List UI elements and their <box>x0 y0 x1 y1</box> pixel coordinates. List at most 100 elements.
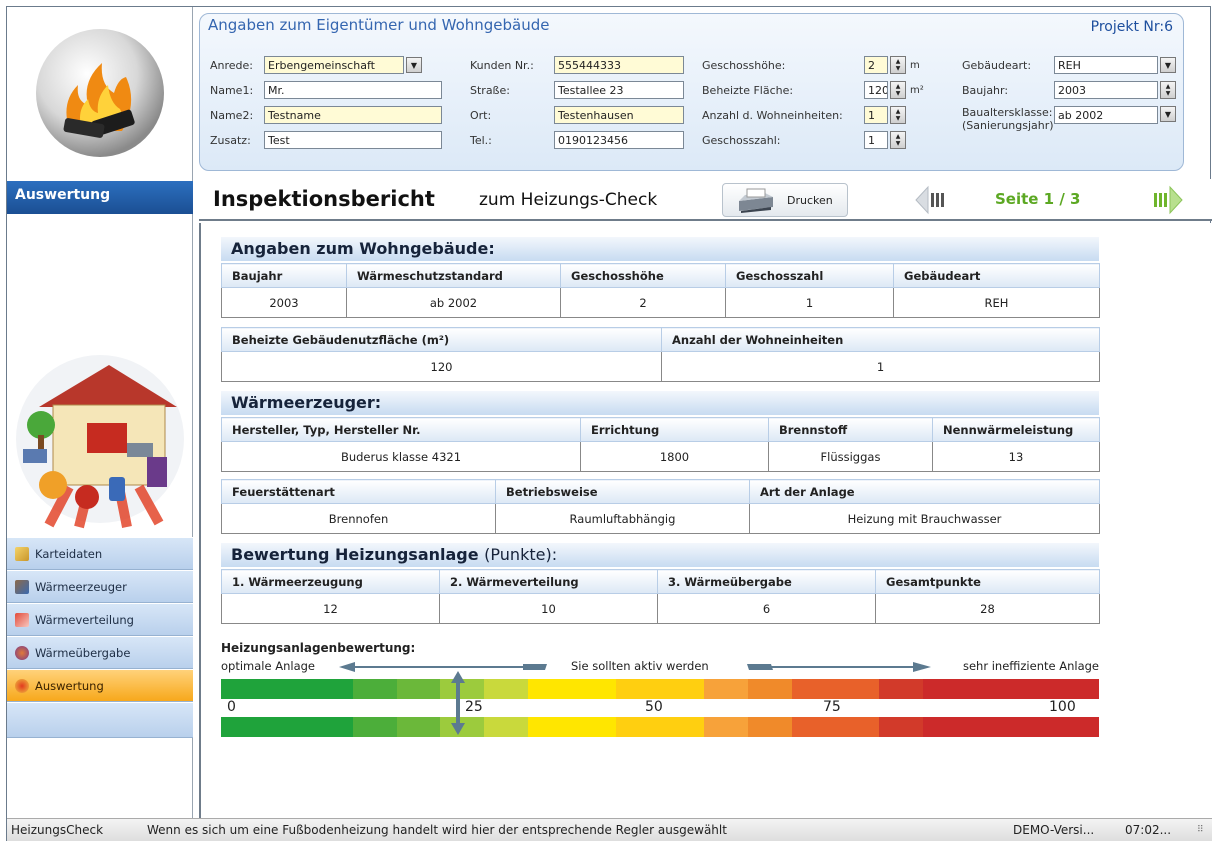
table-header: Betriebsweise <box>495 479 750 504</box>
section-title-suffix: (Punkte): <box>484 545 558 564</box>
scale-legend: optimale Anlage Sie sollten aktiv werden… <box>221 659 1099 675</box>
anrede-select[interactable]: Erbengemeinschaft <box>264 56 404 74</box>
next-page-button[interactable] <box>1149 185 1185 215</box>
kunden-nr-field[interactable]: 555444333 <box>554 56 684 74</box>
tel-field[interactable]: 0190123456 <box>554 131 684 149</box>
nav-item-waermeverteilung[interactable]: Wärmeverteilung <box>7 603 193 636</box>
baualtersklasse-sublabel: (Sanierungsjahr) <box>962 119 1054 132</box>
fire-logo <box>9 7 191 179</box>
scale-tick: 0 <box>227 699 236 715</box>
section-title-bewertung: Bewertung Heizungsanlage (Punkte): <box>221 543 1099 567</box>
scale-segment <box>879 679 924 699</box>
page-indicator: Seite 1 / 3 <box>995 190 1081 208</box>
evaluation-icon <box>15 678 29 693</box>
flaeche-label: Beheizte Fläche: <box>702 83 794 97</box>
spinner-icon[interactable]: ▲ ▼ <box>890 106 906 124</box>
spinner-icon[interactable]: ▲ ▼ <box>890 56 906 74</box>
geschosszahl-field[interactable]: 1 <box>864 131 888 149</box>
wohneinheiten-field[interactable]: 1 <box>864 106 888 124</box>
baualtersklasse-label: Baualtersklasse: <box>962 106 1053 119</box>
table-header: Hersteller, Typ, Hersteller Nr. <box>221 417 581 442</box>
flaeche-field[interactable]: 120 <box>864 81 888 99</box>
table-header: Geschosszahl <box>725 263 894 288</box>
scale-segment <box>528 679 573 699</box>
name1-field[interactable]: Mr. <box>264 81 442 99</box>
anrede-label: Anrede: <box>210 58 254 72</box>
geschosshoehe-field[interactable]: 2 <box>864 56 888 74</box>
nav-item-waermeuebergabe[interactable]: Wärmeübergabe <box>7 636 193 669</box>
nav-item-karteidaten[interactable]: Karteidaten <box>7 537 193 570</box>
table-cell: ab 2002 <box>346 287 561 318</box>
scale-title: Heizungsanlagenbewertung: <box>221 641 416 655</box>
baualtersklasse-select[interactable]: ab 2002 <box>1054 106 1158 124</box>
scale-segment <box>616 717 660 737</box>
project-number: Projekt Nr:6 <box>1090 19 1173 35</box>
scale-segment <box>396 679 441 699</box>
nav-item-auswertung[interactable]: Auswertung <box>7 669 193 702</box>
zusatz-field[interactable]: Test <box>264 131 442 149</box>
table-header: Beheizte Gebäudenutzfläche (m²) <box>221 327 662 352</box>
table-header: Brennstoff <box>768 417 933 442</box>
form-title: Angaben zum Eigentümer und Wohngebäude <box>208 16 550 34</box>
strasse-field[interactable]: Testallee 23 <box>554 81 684 99</box>
scale-segment <box>264 679 309 699</box>
table-cell: 12 <box>221 593 440 624</box>
strasse-label: Straße: <box>470 83 510 97</box>
scale-segment <box>352 679 397 699</box>
ort-field[interactable]: Testenhausen <box>554 106 684 124</box>
table-cell: 13 <box>932 441 1100 472</box>
scale-segment <box>835 679 880 699</box>
scale-tick: 75 <box>823 699 841 715</box>
table-header-row: Baujahr Wärmeschutzstandard Geschosshöhe… <box>221 263 1100 288</box>
scale-segment <box>484 717 529 737</box>
scale-segment <box>659 717 704 737</box>
scale-segment <box>308 717 353 737</box>
house-illustration <box>9 347 191 532</box>
legend-middle: Sie sollten aktiv werden <box>571 659 709 673</box>
scale-segment <box>1011 679 1055 699</box>
nav-item-label: Wärmeerzeuger <box>35 579 127 594</box>
name2-field[interactable]: Testname <box>264 106 442 124</box>
gebaeudeart-select[interactable]: REH <box>1054 56 1158 74</box>
spinner-icon[interactable]: ▲ ▼ <box>890 131 906 149</box>
pencil-icon <box>15 546 29 561</box>
printer-icon <box>739 188 773 213</box>
status-app-name: HeizungsCheck <box>11 823 104 837</box>
table-header: 3. Wärmeübergabe <box>657 569 876 594</box>
report-subtitle: zum Heizungs-Check <box>479 190 658 210</box>
arrow-left-icon <box>915 185 944 215</box>
spinner-icon[interactable]: ▲ ▼ <box>1160 81 1176 99</box>
baujahr-label: Baujahr: <box>962 83 1009 97</box>
table-header: Errichtung <box>580 417 769 442</box>
table-header-row: Beheizte Gebäudenutzfläche (m²) Anzahl d… <box>221 327 1100 352</box>
chevron-down-icon[interactable]: ▼ <box>1160 106 1176 122</box>
scale-numbers: 0 25 50 75 100 <box>221 699 1099 717</box>
print-button[interactable]: Drucken <box>722 183 848 217</box>
scale-segment <box>703 717 748 737</box>
table-cell: 2 <box>560 287 726 318</box>
nav-item-empty <box>7 702 193 738</box>
table-cell: 28 <box>875 593 1100 624</box>
wohneinheiten-label: Anzahl d. Wohneinheiten: <box>702 108 843 122</box>
scale-segment <box>791 679 836 699</box>
table-row: Buderus klasse 4321 1800 Flüssiggas 13 <box>221 441 1100 472</box>
scale-segment <box>1054 679 1099 699</box>
chevron-down-icon[interactable]: ▼ <box>1160 57 1176 73</box>
spinner-icon[interactable]: ▲ ▼ <box>890 81 906 99</box>
table-header: Wärmeschutzstandard <box>346 263 561 288</box>
geschosszahl-label: Geschosszahl: <box>702 133 781 147</box>
previous-page-button[interactable] <box>913 185 949 215</box>
thermostat-icon <box>15 645 29 660</box>
table-cell: 1 <box>725 287 894 318</box>
scale-segment <box>879 717 924 737</box>
chevron-down-icon[interactable]: ▼ <box>406 57 422 73</box>
baujahr-field[interactable]: 2003 <box>1054 81 1158 99</box>
building-table: Baujahr Wärmeschutzstandard Geschosshöhe… <box>221 263 1100 318</box>
resize-grip-icon[interactable]: ⠿ <box>1197 825 1204 835</box>
table-cell: REH <box>893 287 1100 318</box>
nav-item-waermeerzeuger[interactable]: Wärmeerzeuger <box>7 570 193 603</box>
section-title-wohngebaeude: Angaben zum Wohngebäude: <box>221 237 1099 261</box>
scale-segment <box>967 679 1012 699</box>
table-cell: Brennofen <box>221 503 496 534</box>
legend-inefficient: sehr ineffiziente Anlage <box>962 659 1099 673</box>
